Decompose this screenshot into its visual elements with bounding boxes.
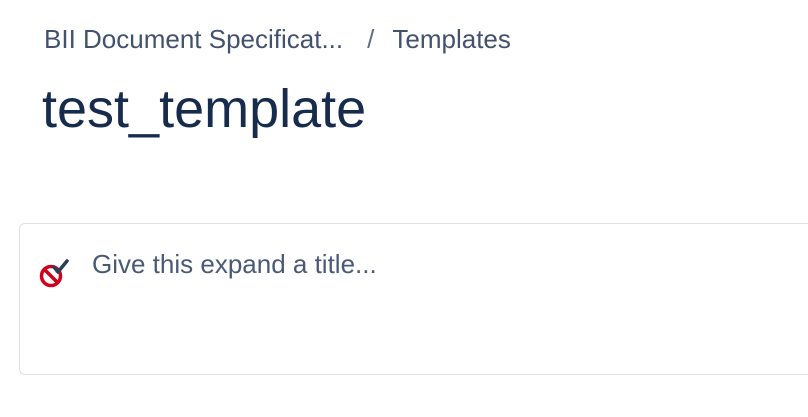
breadcrumb-item-templates[interactable]: Templates [392, 24, 511, 55]
page-title: test_template [42, 79, 367, 139]
no-entry-checkmark-icon[interactable] [37, 257, 71, 291]
expand-title-input[interactable] [92, 246, 792, 282]
expand-icon-graphic [39, 259, 69, 288]
breadcrumb-separator: / [367, 24, 375, 54]
page: BII Document Specificat... / Templates t… [0, 0, 808, 417]
breadcrumb: BII Document Specificat... / Templates [44, 24, 511, 55]
breadcrumb-item-space[interactable]: BII Document Specificat... [44, 24, 343, 55]
